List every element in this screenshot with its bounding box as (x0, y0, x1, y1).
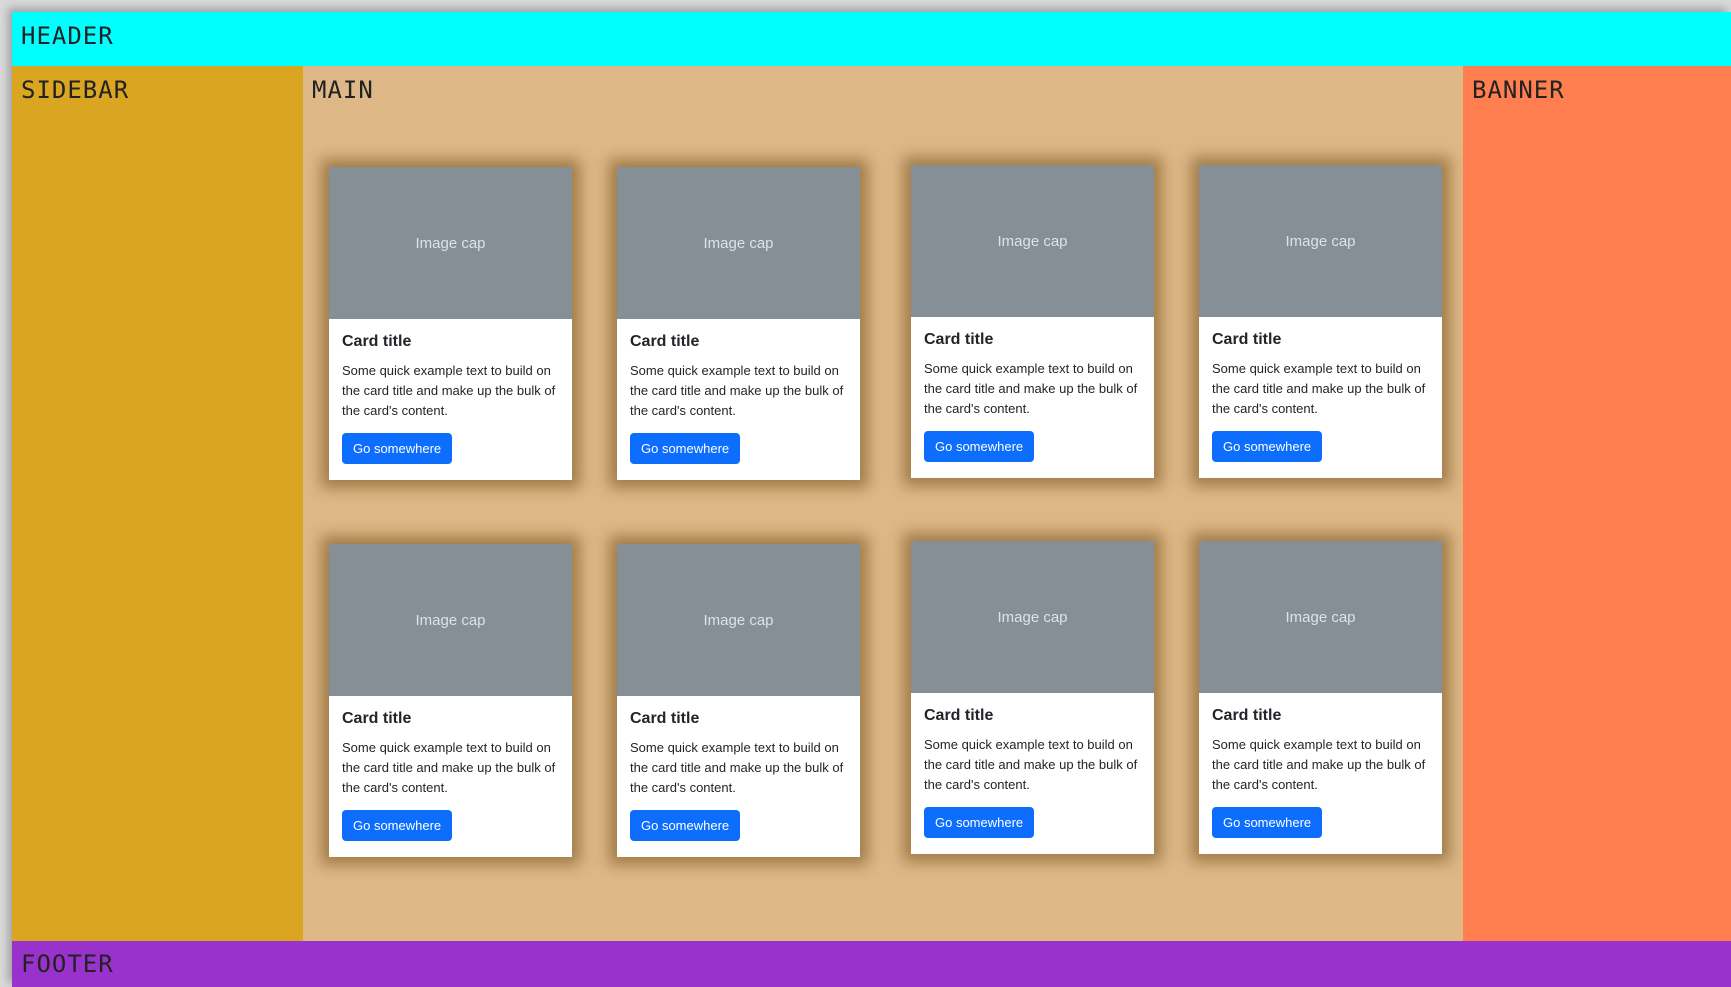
card-body: Card title Some quick example text to bu… (1199, 693, 1442, 838)
card-title: Card title (342, 333, 412, 350)
banner-label: BANNER (1472, 76, 1565, 104)
card-image-cap: Image cap (1199, 165, 1442, 317)
card-body: Card title Some quick example text to bu… (911, 317, 1154, 462)
go-somewhere-button[interactable]: Go somewhere (924, 807, 1035, 838)
go-somewhere-button[interactable]: Go somewhere (342, 433, 453, 464)
card-title: Card title (924, 331, 994, 348)
card-image-cap: Image cap (617, 167, 860, 319)
card-image-cap: Image cap (1199, 541, 1442, 693)
card: Image cap Card title Some quick example … (329, 544, 572, 857)
card-title: Card title (342, 710, 412, 727)
banner: BANNER (1463, 66, 1731, 941)
card-title: Card title (630, 710, 700, 727)
card: Image cap Card title Some quick example … (1199, 165, 1442, 478)
card-text: Some quick example text to build on the … (630, 740, 844, 795)
card-text: Some quick example text to build on the … (630, 363, 844, 418)
page-frame: HEADER SIDEBAR MAIN Image cap Card title… (12, 12, 1731, 987)
header: HEADER (12, 12, 1731, 66)
card: Image cap Card title Some quick example … (617, 167, 860, 480)
go-somewhere-button[interactable]: Go somewhere (1212, 807, 1323, 838)
card-body: Card title Some quick example text to bu… (911, 693, 1154, 838)
card-body: Card title Some quick example text to bu… (1199, 317, 1442, 462)
card-text: Some quick example text to build on the … (924, 737, 1138, 792)
go-somewhere-button[interactable]: Go somewhere (924, 431, 1035, 462)
card-text: Some quick example text to build on the … (924, 361, 1138, 416)
card-image-cap: Image cap (911, 165, 1154, 317)
go-somewhere-button[interactable]: Go somewhere (630, 810, 741, 841)
card: Image cap Card title Some quick example … (329, 167, 572, 480)
header-label: HEADER (21, 22, 114, 50)
card-body: Card title Some quick example text to bu… (617, 696, 860, 841)
card-text: Some quick example text to build on the … (1212, 737, 1426, 792)
card-title: Card title (1212, 707, 1282, 724)
sidebar-label: SIDEBAR (21, 76, 130, 104)
main: MAIN Image cap Card title Some quick exa… (303, 66, 1463, 941)
card-image-cap: Image cap (329, 544, 572, 696)
card-body: Card title Some quick example text to bu… (329, 696, 572, 841)
main-label: MAIN (312, 76, 374, 104)
footer: FOOTER (12, 941, 1731, 987)
card-image-cap: Image cap (911, 541, 1154, 693)
card-body: Card title Some quick example text to bu… (329, 319, 572, 464)
footer-label: FOOTER (21, 950, 114, 978)
card-text: Some quick example text to build on the … (342, 363, 556, 418)
card: Image cap Card title Some quick example … (617, 544, 860, 857)
sidebar: SIDEBAR (12, 66, 303, 941)
card-title: Card title (924, 707, 994, 724)
go-somewhere-button[interactable]: Go somewhere (342, 810, 453, 841)
card-text: Some quick example text to build on the … (1212, 361, 1426, 416)
card: Image cap Card title Some quick example … (911, 165, 1154, 478)
go-somewhere-button[interactable]: Go somewhere (630, 433, 741, 464)
card: Image cap Card title Some quick example … (911, 541, 1154, 854)
card-title: Card title (630, 333, 700, 350)
card-image-cap: Image cap (617, 544, 860, 696)
card-text: Some quick example text to build on the … (342, 740, 556, 795)
card-image-cap: Image cap (329, 167, 572, 319)
card-title: Card title (1212, 331, 1282, 348)
go-somewhere-button[interactable]: Go somewhere (1212, 431, 1323, 462)
card-body: Card title Some quick example text to bu… (617, 319, 860, 464)
card: Image cap Card title Some quick example … (1199, 541, 1442, 854)
